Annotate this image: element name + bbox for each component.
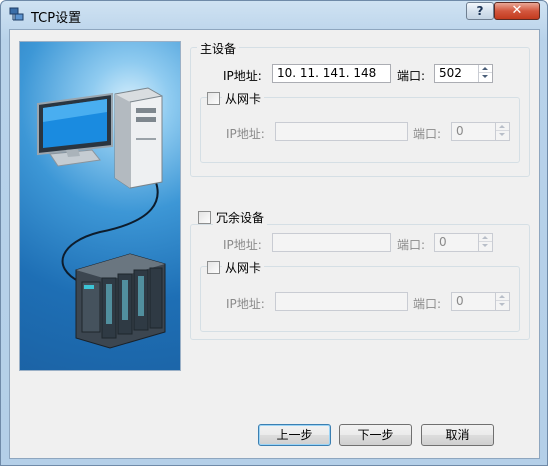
window-title: TCP设置 xyxy=(31,11,82,26)
main-slave-nic-label: 从网卡 xyxy=(222,90,265,107)
main-ip-label: IP地址: xyxy=(223,69,262,83)
redundant-device-checkbox[interactable] xyxy=(198,211,211,224)
main-port-down-arrow[interactable] xyxy=(479,73,492,81)
main-slave-port-value: 0 xyxy=(456,124,464,138)
close-button[interactable]: ✕ xyxy=(494,2,540,20)
redundant-slave-port-up-arrow[interactable] xyxy=(496,293,509,301)
redundant-port-label: 端口: xyxy=(397,238,426,252)
main-ip-input[interactable]: 10. 11. 141. 148 xyxy=(272,64,391,83)
redundant-port-spin[interactable] xyxy=(478,234,492,251)
redundant-slave-port-spin[interactable] xyxy=(495,293,509,310)
main-port-spin[interactable] xyxy=(478,65,492,82)
main-port-value: 502 xyxy=(439,66,462,80)
main-slave-ip-input[interactable] xyxy=(275,122,408,141)
redundant-slave-ip-label: IP地址: xyxy=(226,297,265,311)
redundant-ip-label: IP地址: xyxy=(223,238,262,252)
main-port-stepper[interactable]: 502 xyxy=(434,64,493,83)
main-slave-ip-label: IP地址: xyxy=(226,127,265,141)
pc-plc-connection-image xyxy=(37,87,166,349)
redundant-device-label: 冗余设备 xyxy=(213,209,268,226)
main-slave-port-stepper[interactable]: 0 xyxy=(451,122,510,141)
next-step-button[interactable]: 下一步 xyxy=(339,424,412,446)
prev-step-button[interactable]: 上一步 xyxy=(258,424,331,446)
redundant-slave-port-stepper[interactable]: 0 xyxy=(451,292,510,311)
help-button[interactable]: ? xyxy=(466,2,494,20)
redundant-slave-ip-input[interactable] xyxy=(275,292,408,311)
redundant-port-up-arrow[interactable] xyxy=(479,234,492,242)
cancel-button[interactable]: 取消 xyxy=(421,424,494,446)
redundant-ip-input[interactable] xyxy=(272,233,391,252)
redundant-slave-port-down-arrow[interactable] xyxy=(496,301,509,309)
main-slave-port-spin[interactable] xyxy=(495,123,509,140)
redundant-port-stepper[interactable]: 0 xyxy=(434,233,493,252)
title-bar: TCP设置 ? ✕ xyxy=(1,1,547,28)
main-device-legend: 主设备 xyxy=(197,40,240,57)
redundant-slave-nic-checkbox[interactable] xyxy=(207,261,220,274)
redundant-slave-port-value: 0 xyxy=(456,294,464,308)
main-slave-port-up-arrow[interactable] xyxy=(496,123,509,131)
main-slave-port-down-arrow[interactable] xyxy=(496,131,509,139)
main-slave-port-label: 端口: xyxy=(413,127,442,141)
redundant-port-down-arrow[interactable] xyxy=(479,242,492,250)
main-port-label: 端口: xyxy=(397,69,426,83)
redundant-slave-nic-label: 从网卡 xyxy=(222,259,265,276)
device-illustration xyxy=(19,41,181,371)
tcp-settings-dialog: TCP设置 ? ✕ 主设备 IP地址: 10. 11. 141. 148 端口:… xyxy=(0,0,548,466)
network-app-icon xyxy=(9,7,24,21)
dialog-client-area: 主设备 IP地址: 10. 11. 141. 148 端口: 502 从网卡 I… xyxy=(9,29,540,459)
redundant-slave-port-label: 端口: xyxy=(413,297,442,311)
redundant-port-value: 0 xyxy=(439,235,447,249)
main-port-up-arrow[interactable] xyxy=(479,65,492,73)
main-slave-nic-checkbox[interactable] xyxy=(207,92,220,105)
